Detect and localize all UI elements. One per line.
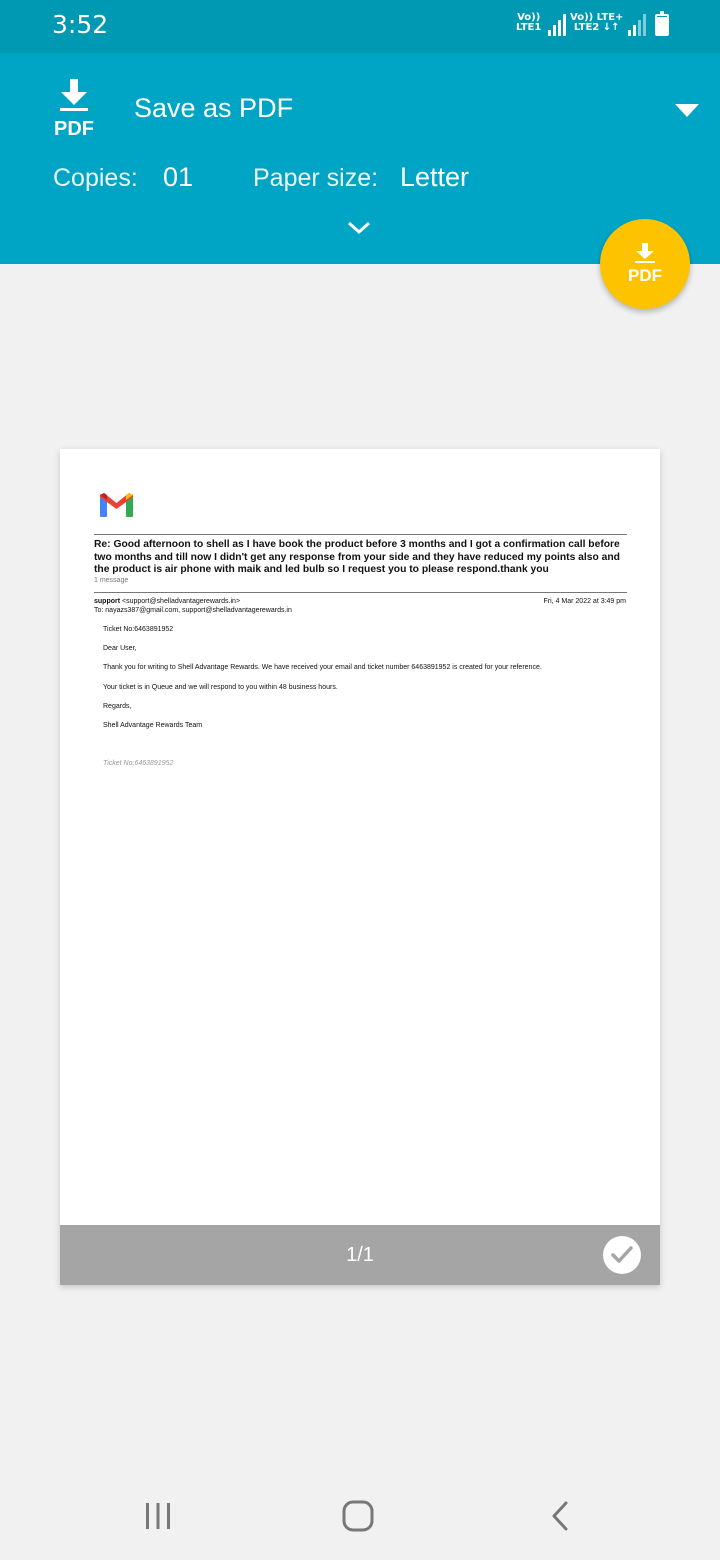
recent-apps-button[interactable] xyxy=(142,1498,174,1534)
copies-value[interactable]: 01 xyxy=(163,162,193,193)
download-pdf-button[interactable]: PDF xyxy=(600,219,690,309)
gmail-logo-icon xyxy=(100,493,133,517)
sim1-signal-icon xyxy=(548,14,568,36)
pdf-logo-text: PDF xyxy=(54,118,94,139)
email-date: Fri, 4 Mar 2022 at 3:49 pm xyxy=(543,598,626,605)
footer-ticket-number: Ticket No:6463891952 xyxy=(103,760,174,767)
signature-line: Shell Advantage Rewards Team xyxy=(103,722,203,729)
copies-label: Copies: xyxy=(53,164,138,192)
sim1-network-icon: Vo)) LTE1 xyxy=(516,13,541,33)
page-preview[interactable]: Re: Good afternoon to shell as I have bo… xyxy=(60,449,660,1285)
battery-icon xyxy=(655,11,669,36)
email-subject: Re: Good afternoon to shell as I have bo… xyxy=(94,539,620,575)
home-button[interactable] xyxy=(340,1498,376,1534)
ticket-number-line: Ticket No:6463891952 xyxy=(103,626,174,633)
sender-email: <support@shelladvantagerewards.in> xyxy=(122,598,241,605)
pdf-download-icon: PDF xyxy=(54,79,94,139)
status-time: 3:52 xyxy=(52,10,109,39)
back-button[interactable] xyxy=(545,1498,575,1534)
sender-name: support xyxy=(94,598,121,605)
page-number: 1/1 xyxy=(346,1244,374,1266)
sim2-network-icon: Vo)) LTE+ LTE2 ↓↑ xyxy=(570,13,623,33)
email-recipients: To: nayazs387@gmail.com, support@shellad… xyxy=(94,607,292,614)
sim2-signal-icon xyxy=(628,14,648,36)
message-count: 1 message xyxy=(94,577,129,584)
sim2-lte-label: LTE2 ↓↑ xyxy=(573,22,620,33)
divider xyxy=(94,592,627,593)
body-paragraph: Your ticket is in Queue and we will resp… xyxy=(103,684,338,691)
battery-level xyxy=(657,16,667,34)
navigation-bar xyxy=(0,1478,720,1560)
email-sender: support <support@shelladvantagerewards.i… xyxy=(94,598,240,605)
status-bar: 3:52 Vo)) LTE1 Vo)) LTE+ LTE2 ↓↑ xyxy=(0,0,720,53)
body-paragraph: Thank you for writing to Shell Advantage… xyxy=(103,664,542,671)
paper-size-label: Paper size: xyxy=(253,164,379,192)
greeting-line: Dear User, xyxy=(103,645,137,652)
fab-label: PDF xyxy=(628,266,662,285)
dropdown-arrow-icon[interactable] xyxy=(672,101,702,121)
paper-size-value[interactable]: Letter xyxy=(400,162,469,193)
chevron-down-icon[interactable] xyxy=(344,216,374,240)
page-select-checkbox[interactable] xyxy=(603,1236,641,1274)
divider xyxy=(94,534,627,535)
printer-select-label[interactable]: Save as PDF xyxy=(134,93,293,124)
page-indicator-bar: 1/1 xyxy=(60,1225,660,1285)
regards-line: Regards, xyxy=(103,703,132,710)
pdf-download-icon: PDF xyxy=(628,243,662,285)
page-content: Re: Good afternoon to shell as I have bo… xyxy=(60,449,660,1225)
check-icon xyxy=(611,1246,633,1263)
sim1-lte-label: LTE1 xyxy=(516,22,542,33)
